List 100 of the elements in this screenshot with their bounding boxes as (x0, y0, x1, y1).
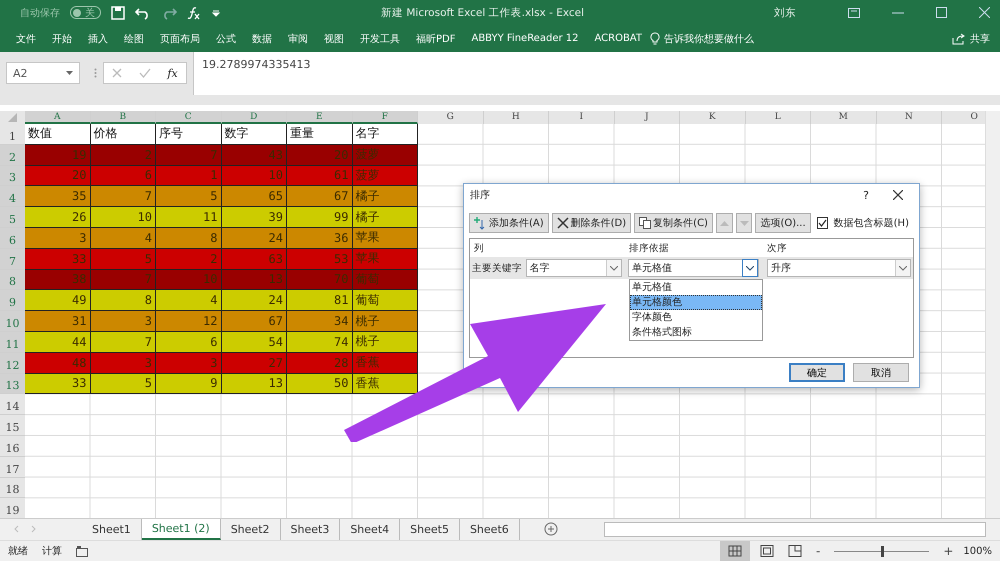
ribbon-tab[interactable]: 审阅 (280, 32, 316, 46)
row-header[interactable]: 1 (0, 124, 25, 145)
table-cell: 2 (90, 144, 156, 166)
options-button[interactable]: 选项(O)... (755, 213, 811, 233)
table-cell: 65 (222, 186, 287, 208)
order-dropdown[interactable]: 升序 (767, 259, 912, 277)
ribbon-tab[interactable]: ACROBAT (586, 33, 650, 44)
horizontal-scrollbar[interactable] (604, 522, 986, 537)
ribbon-tab[interactable]: 开始 (44, 32, 80, 46)
copy-level-button[interactable]: 复制条件(C) (634, 213, 713, 233)
row-header[interactable]: 17 (0, 456, 25, 478)
insert-function-button[interactable]: fx (167, 66, 178, 80)
row-header[interactable]: 8 (0, 270, 25, 290)
page-layout-icon[interactable] (760, 545, 774, 557)
ribbon-tab[interactable]: 开发工具 (352, 32, 408, 46)
row-header[interactable]: 15 (0, 415, 25, 436)
row-header[interactable]: 9 (0, 290, 25, 312)
column-header[interactable]: B (90, 111, 156, 124)
table-cell: 13 (222, 374, 287, 394)
row-header[interactable]: 13 (0, 374, 25, 394)
ok-button[interactable]: 确定 (789, 363, 845, 382)
row-header[interactable]: 6 (0, 228, 25, 249)
name-box[interactable]: A2 (6, 62, 80, 84)
add-sheet-icon[interactable] (544, 522, 558, 536)
zoom-thumb[interactable] (880, 546, 884, 556)
row-header[interactable]: 14 (0, 394, 25, 416)
normal-view-icon[interactable] (720, 541, 750, 561)
ribbon-tab[interactable]: 视图 (316, 32, 352, 46)
row-header[interactable]: 18 (0, 478, 25, 498)
formula-input[interactable]: 19.2789974335413 (193, 52, 1000, 95)
column-header[interactable]: M (811, 111, 876, 124)
checkbox[interactable] (816, 217, 828, 229)
column-header[interactable]: H (484, 111, 549, 124)
ribbon-tab[interactable]: 插入 (80, 32, 116, 46)
ribbon-tab[interactable]: ABBYY FineReader 12 (463, 33, 586, 44)
dropdown-option[interactable]: 单元格颜色 (630, 295, 762, 310)
table-cell: 28 (287, 352, 352, 374)
macro-record-icon[interactable] (76, 546, 88, 556)
column-header[interactable]: K (680, 111, 746, 124)
row-header[interactable]: 10 (0, 311, 25, 332)
sort-level-row[interactable]: 主要关键字 名字 单元格值 升序 (470, 257, 913, 279)
ribbon-tab[interactable]: 文件 (8, 32, 44, 46)
customize-icon[interactable] (211, 8, 221, 18)
column-header[interactable]: F (352, 111, 418, 124)
page-break-icon[interactable] (788, 545, 802, 557)
delete-level-button[interactable]: 删除条件(D) (552, 213, 632, 233)
help-button[interactable]: ? (863, 188, 869, 202)
column-header[interactable]: G (418, 111, 484, 124)
column-header[interactable]: N (876, 111, 942, 124)
column-header[interactable]: I (549, 111, 614, 124)
row-header[interactable]: 16 (0, 436, 25, 457)
function-icon[interactable] (187, 6, 201, 20)
sort-on-dropdown[interactable]: 单元格值 (628, 259, 760, 277)
share-button[interactable]: 共享 (970, 32, 990, 46)
minimize-icon[interactable] (892, 12, 904, 14)
row-header[interactable]: 11 (0, 332, 25, 353)
close-icon[interactable] (893, 190, 903, 200)
save-icon[interactable] (111, 6, 125, 20)
zoom-out-button[interactable]: - (816, 544, 820, 558)
zoom-in-button[interactable]: + (943, 544, 954, 558)
ribbon-display-icon[interactable] (848, 8, 860, 18)
grip-icon (94, 68, 97, 78)
table-cell: 33 (25, 374, 90, 394)
undo-icon[interactable] (135, 6, 151, 20)
vertical-scrollbar[interactable] (985, 111, 1000, 520)
row-header[interactable]: 7 (0, 248, 25, 270)
row-header[interactable]: 19 (0, 498, 25, 520)
column-dropdown[interactable]: 名字 (526, 259, 622, 277)
ribbon-tab[interactable]: 数据 (244, 32, 280, 46)
dropdown-option[interactable]: 字体颜色 (630, 310, 762, 325)
sheet-tab[interactable]: Sheet1 (2) (142, 519, 221, 540)
table-cell: 7 (156, 144, 222, 166)
table-cell: 67 (222, 311, 287, 332)
row-header[interactable]: 4 (0, 186, 25, 208)
column-header[interactable]: D (222, 111, 287, 124)
column-header[interactable]: E (287, 111, 352, 124)
row-header[interactable]: 12 (0, 352, 25, 374)
column-header[interactable]: L (746, 111, 811, 124)
table-cell: 香蕉 (352, 374, 418, 394)
column-header[interactable]: J (614, 111, 680, 124)
add-level-button[interactable]: 添加条件(A) (469, 213, 549, 233)
column-header[interactable]: C (156, 111, 222, 124)
row-header[interactable]: 5 (0, 207, 25, 228)
zoom-level[interactable]: 100% (963, 546, 992, 556)
row-header[interactable]: 2 (0, 144, 25, 166)
cancel-button[interactable]: 取消 (853, 363, 909, 382)
share-icon[interactable] (952, 32, 966, 44)
maximize-icon[interactable] (936, 7, 947, 18)
column-header[interactable]: A (25, 111, 90, 124)
check-icon[interactable] (138, 68, 151, 78)
ribbon-tab[interactable]: 绘图 (116, 32, 152, 46)
tell-me-field[interactable]: 告诉我你想要做什么 (664, 32, 754, 46)
dropdown-option[interactable]: 单元格值 (630, 280, 762, 295)
ribbon-tab[interactable]: 福昕PDF (408, 32, 464, 46)
column-header[interactable]: O (942, 111, 985, 124)
dropdown-option[interactable]: 条件格式图标 (630, 325, 762, 340)
row-header[interactable]: 3 (0, 166, 25, 186)
table-cell: 70 (287, 270, 352, 290)
ribbon-tab[interactable]: 公式 (208, 32, 244, 46)
ribbon-tab[interactable]: 页面布局 (152, 32, 208, 46)
